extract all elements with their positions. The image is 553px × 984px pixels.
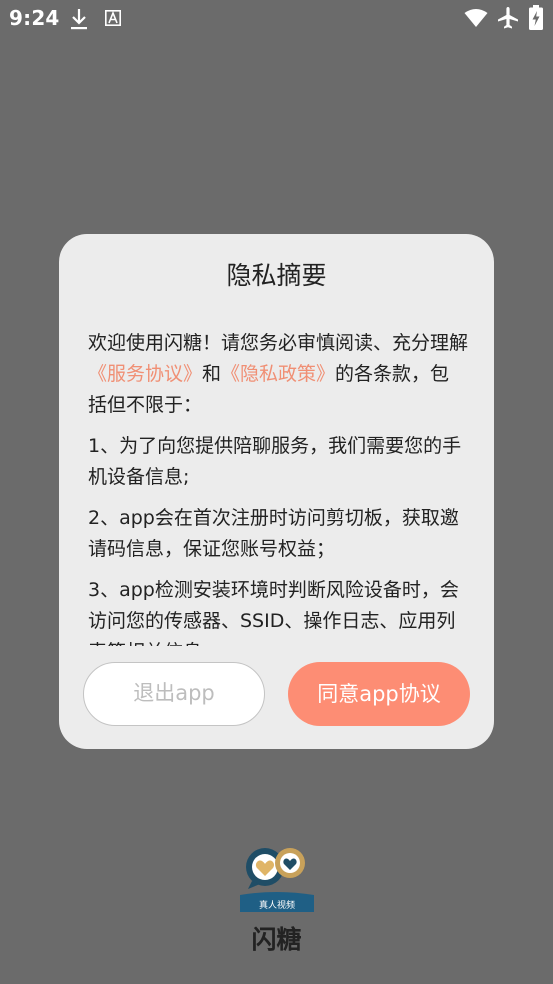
status-bar: 9:24 — [0, 0, 553, 38]
intro-text-before: 欢迎使用闪糖！请您务必审慎阅读、充分理解 — [88, 332, 468, 354]
download-icon — [71, 9, 87, 30]
logo-banner-text: 真人视频 — [259, 899, 295, 911]
dialog-title: 隐私摘要 — [226, 261, 327, 290]
privacy-policy-link[interactable]: 《隐私政策》 — [221, 363, 335, 385]
intro-text-middle: 和 — [202, 363, 222, 385]
privacy-content-scroll[interactable]: 欢迎使用闪糖！请您务必审慎阅读、充分理解《服务协议》和《隐私政策》的各条款，包括… — [88, 328, 468, 646]
wifi-icon — [464, 9, 488, 27]
privacy-item-3: 3、app检测安装环境时判断风险设备时，会访问您的传感器、SSID、操作日志、应… — [88, 579, 459, 646]
app-logo: 真人视频 — [240, 848, 314, 912]
battery-charging-icon — [529, 5, 543, 30]
airplane-icon — [498, 7, 518, 29]
exit-app-button[interactable]: 退出app — [83, 662, 265, 726]
app-name: 闪糖 — [251, 925, 302, 954]
font-a-icon — [105, 10, 121, 26]
agree-button[interactable]: 同意app协议 — [288, 662, 470, 726]
intro-paragraph: 欢迎使用闪糖！请您务必审慎阅读、充分理解《服务协议》和《隐私政策》的各条款，包括… — [88, 328, 468, 421]
status-time: 9:24 — [9, 6, 60, 30]
privacy-item-2: 2、app会在首次注册时访问剪切板，获取邀请码信息，保证您账号权益； — [88, 507, 459, 560]
privacy-item-1: 1、为了向您提供陪聊服务，我们需要您的手机设备信息; — [88, 435, 462, 488]
service-agreement-link[interactable]: 《服务协议》 — [88, 363, 202, 385]
